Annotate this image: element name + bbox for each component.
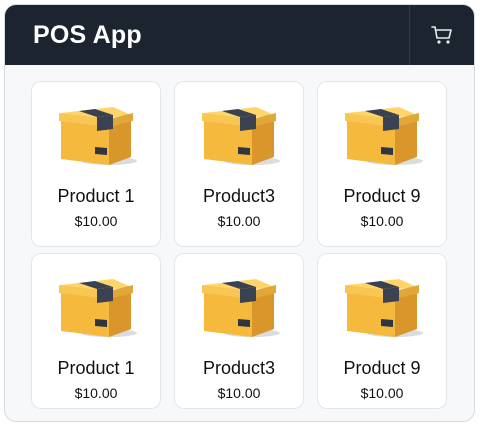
product-grid: Product 1 $10.00 Product3 $10.00 Product…: [31, 81, 447, 409]
product-card[interactable]: Product 1 $10.00: [31, 253, 161, 409]
product-card[interactable]: Product 9 $10.00: [317, 253, 447, 409]
box-icon: [345, 279, 423, 337]
pos-app-window: POS App Product 1 $10.00 Product3 $10.00…: [4, 4, 475, 422]
app-title: POS App: [33, 20, 142, 49]
product-name: Product3: [202, 186, 276, 206]
product-price: $10.00: [74, 213, 118, 229]
box-icon: [345, 107, 423, 165]
product-price: $10.00: [217, 385, 261, 401]
cart-button[interactable]: [409, 5, 474, 65]
product-name: Product 1: [57, 186, 135, 206]
product-card[interactable]: Product3 $10.00: [174, 81, 304, 247]
cart-icon: [431, 26, 452, 44]
product-price: $10.00: [360, 385, 404, 401]
product-name: Product3: [202, 358, 276, 378]
product-name: Product 1: [57, 358, 135, 378]
product-name: Product 9: [343, 186, 421, 206]
product-card[interactable]: Product3 $10.00: [174, 253, 304, 409]
product-price: $10.00: [74, 385, 118, 401]
box-icon: [59, 279, 137, 337]
product-price: $10.00: [360, 213, 404, 229]
product-card[interactable]: Product 9 $10.00: [317, 81, 447, 247]
product-price: $10.00: [217, 213, 261, 229]
product-card[interactable]: Product 1 $10.00: [31, 81, 161, 247]
box-icon: [202, 107, 280, 165]
app-header: POS App: [5, 5, 474, 65]
box-icon: [202, 279, 280, 337]
box-icon: [59, 107, 137, 165]
product-name: Product 9: [343, 358, 421, 378]
